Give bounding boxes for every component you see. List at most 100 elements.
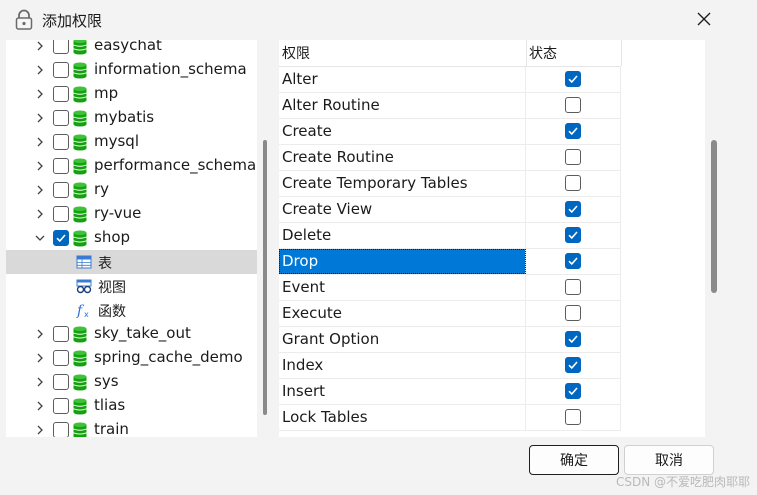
chevron-right-icon[interactable] xyxy=(33,135,47,149)
tree-item-tlias[interactable]: tlias xyxy=(6,394,257,418)
table-scrollbar[interactable] xyxy=(711,140,717,293)
ok-button[interactable]: 确定 xyxy=(529,445,619,475)
tree-child-table[interactable]: 表 xyxy=(6,250,257,274)
database-icon xyxy=(73,350,87,367)
permission-row[interactable]: Drop xyxy=(279,249,621,275)
close-icon xyxy=(697,12,711,30)
database-checkbox[interactable] xyxy=(53,398,69,414)
tree-item-shop[interactable]: shop xyxy=(6,226,257,250)
permission-checkbox[interactable] xyxy=(565,383,581,399)
permission-row[interactable]: Execute xyxy=(279,301,621,327)
permission-status-cell xyxy=(526,301,621,326)
chevron-right-icon[interactable] xyxy=(33,375,47,389)
permission-checkbox[interactable] xyxy=(565,331,581,347)
permission-name: Delete xyxy=(279,223,526,248)
chevron-right-icon[interactable] xyxy=(33,159,47,173)
tree-item-information_schema[interactable]: information_schema xyxy=(6,58,257,82)
chevron-right-icon[interactable] xyxy=(33,183,47,197)
function-icon: fx xyxy=(76,302,92,319)
database-icon xyxy=(73,206,87,223)
permission-row[interactable]: Create Temporary Tables xyxy=(279,171,621,197)
tree-item-sky_take_out[interactable]: sky_take_out xyxy=(6,322,257,346)
tree-item-easychat[interactable]: easychat xyxy=(6,40,257,58)
permission-row[interactable]: Create xyxy=(279,119,621,145)
permission-checkbox[interactable] xyxy=(565,149,581,165)
permission-checkbox[interactable] xyxy=(565,97,581,113)
permission-checkbox[interactable] xyxy=(565,175,581,191)
permission-name: Create xyxy=(279,119,526,144)
permission-row[interactable]: Lock Tables xyxy=(279,405,621,431)
permission-row[interactable]: Insert xyxy=(279,379,621,405)
database-checkbox[interactable] xyxy=(53,422,69,437)
permission-row[interactable]: Alter Routine xyxy=(279,93,621,119)
chevron-right-icon[interactable] xyxy=(33,63,47,77)
database-checkbox[interactable] xyxy=(53,230,69,246)
tree-child-view[interactable]: 视图 xyxy=(6,274,257,298)
permission-name: Alter xyxy=(279,67,526,92)
database-checkbox[interactable] xyxy=(53,86,69,102)
permission-checkbox[interactable] xyxy=(565,201,581,217)
tree-item-label: easychat xyxy=(94,40,162,54)
tree-item-mp[interactable]: mp xyxy=(6,82,257,106)
permission-checkbox[interactable] xyxy=(565,123,581,139)
database-checkbox[interactable] xyxy=(53,134,69,150)
permission-checkbox[interactable] xyxy=(565,279,581,295)
dialog-footer: 确定 取消 CSDN @不爱吃肥肉耶耶 xyxy=(0,437,757,495)
permission-checkbox[interactable] xyxy=(565,357,581,373)
close-button[interactable] xyxy=(686,6,722,36)
permission-row[interactable]: Index xyxy=(279,353,621,379)
database-checkbox[interactable] xyxy=(53,40,69,54)
chevron-right-icon[interactable] xyxy=(33,87,47,101)
tree-item-train[interactable]: train xyxy=(6,418,257,437)
chevron-right-icon[interactable] xyxy=(33,111,47,125)
permission-row[interactable]: Grant Option xyxy=(279,327,621,353)
permission-status-cell xyxy=(526,405,621,430)
permission-status-cell xyxy=(526,353,621,378)
database-checkbox[interactable] xyxy=(53,158,69,174)
chevron-right-icon[interactable] xyxy=(33,207,47,221)
tree-item-spring_cache_demo[interactable]: spring_cache_demo xyxy=(6,346,257,370)
column-divider xyxy=(621,40,622,66)
database-checkbox[interactable] xyxy=(53,374,69,390)
permission-name: Event xyxy=(279,275,526,300)
database-checkbox[interactable] xyxy=(53,326,69,342)
database-checkbox[interactable] xyxy=(53,110,69,126)
tree-item-sys[interactable]: sys xyxy=(6,370,257,394)
permission-checkbox[interactable] xyxy=(565,227,581,243)
chevron-right-icon[interactable] xyxy=(33,423,47,437)
database-checkbox[interactable] xyxy=(53,206,69,222)
chevron-down-icon[interactable] xyxy=(33,231,47,245)
permission-row[interactable]: Event xyxy=(279,275,621,301)
tree-item-mybatis[interactable]: mybatis xyxy=(6,106,257,130)
database-icon xyxy=(73,326,87,343)
database-checkbox[interactable] xyxy=(53,182,69,198)
permission-checkbox[interactable] xyxy=(565,253,581,269)
cancel-button[interactable]: 取消 xyxy=(624,445,714,475)
chevron-right-icon[interactable] xyxy=(33,327,47,341)
database-checkbox[interactable] xyxy=(53,62,69,78)
permission-row[interactable]: Alter xyxy=(279,67,621,93)
tree-item-label: mysql xyxy=(94,132,139,150)
tree-item-performance_schema[interactable]: performance_schema xyxy=(6,154,257,178)
tree-item-label: shop xyxy=(94,228,131,246)
database-icon xyxy=(73,134,87,151)
database-checkbox[interactable] xyxy=(53,350,69,366)
permission-checkbox[interactable] xyxy=(565,305,581,321)
tree-item-ry-vue[interactable]: ry-vue xyxy=(6,202,257,226)
column-header-permission[interactable]: 权限 xyxy=(282,43,310,63)
permission-status-cell xyxy=(526,327,621,352)
permission-row[interactable]: Create Routine xyxy=(279,145,621,171)
permission-row[interactable]: Create View xyxy=(279,197,621,223)
chevron-right-icon[interactable] xyxy=(33,351,47,365)
column-header-status[interactable]: 状态 xyxy=(529,43,557,63)
permission-checkbox[interactable] xyxy=(565,409,581,425)
tree-child-function[interactable]: f x 函数 xyxy=(6,298,257,322)
tree-item-mysql[interactable]: mysql xyxy=(6,130,257,154)
permission-checkbox[interactable] xyxy=(565,71,581,87)
tree-item-ry[interactable]: ry xyxy=(6,178,257,202)
chevron-right-icon[interactable] xyxy=(33,399,47,413)
tree-item-label: ry-vue xyxy=(94,204,142,222)
tree-scrollbar[interactable] xyxy=(263,140,267,415)
permission-row[interactable]: Delete xyxy=(279,223,621,249)
chevron-right-icon[interactable] xyxy=(33,40,47,53)
